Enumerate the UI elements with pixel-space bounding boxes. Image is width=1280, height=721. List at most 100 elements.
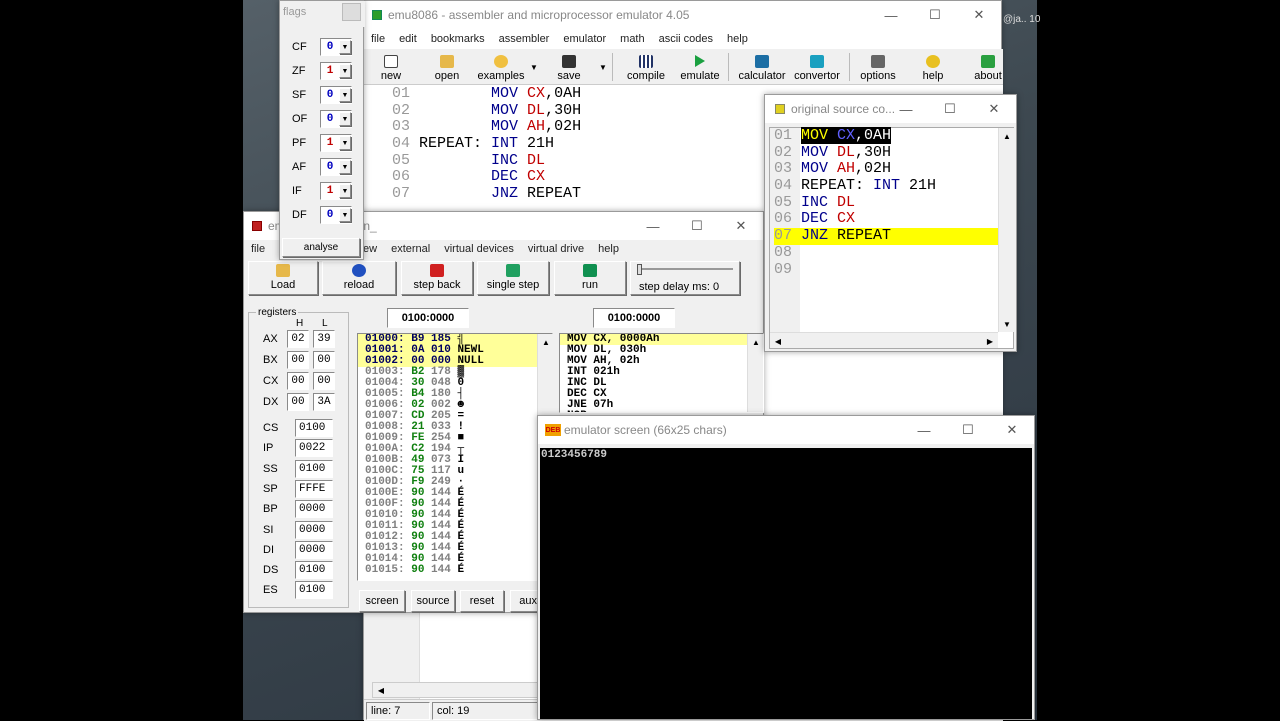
source-close-button[interactable]: ✕ (972, 95, 1016, 123)
memory-scroll-up-icon[interactable]: ▲ (538, 334, 554, 350)
dropdown-arrow-icon[interactable]: ▼ (339, 88, 351, 102)
dropdown-arrow-icon[interactable]: ▼ (339, 40, 351, 54)
step-back-button[interactable]: step back (401, 261, 473, 295)
menu-edit[interactable]: edit (392, 33, 424, 45)
screen-button[interactable]: screen (359, 590, 405, 612)
emu-menu-virtual-devices[interactable]: virtual devices (437, 243, 521, 255)
help-button[interactable]: help (914, 49, 952, 85)
dropdown-arrow-icon[interactable]: ▼ (339, 160, 351, 174)
flag-value-select[interactable]: 0 ▼ (320, 86, 352, 104)
emulator-minimize-button[interactable]: — (631, 212, 675, 240)
screen-minimize-button[interactable]: — (902, 416, 946, 444)
emulator-close-button[interactable]: ✕ (719, 212, 763, 240)
disassembly-list[interactable]: MOV CX, 0000Ah MOV DL, 030h MOV AH, 02h INT… (559, 333, 764, 413)
dropdown-arrow-icon[interactable]: ▼ (339, 208, 351, 222)
load-button[interactable]: Load (248, 261, 318, 295)
menu-help[interactable]: help (720, 33, 755, 45)
scroll-left-icon[interactable]: ◀ (373, 682, 389, 698)
emulator-maximize-button[interactable]: ☐ (675, 212, 719, 240)
step-delay-slider-thumb[interactable] (637, 264, 642, 275)
source-maximize-button[interactable]: ☐ (928, 95, 972, 123)
register-high-value[interactable]: 00 (287, 351, 309, 369)
source-scroll-up-icon[interactable]: ▲ (999, 128, 1015, 144)
screen-close-button[interactable]: ✕ (990, 416, 1034, 444)
register-high-value[interactable]: 02 (287, 330, 309, 348)
flag-value-select[interactable]: 0 ▼ (320, 110, 352, 128)
source-code-view[interactable]: 01 MOV CX,0AH 02 MOV DL,30H 03 MOV AH,02H 0… (769, 127, 1014, 349)
register-high-value[interactable]: 00 (287, 372, 309, 390)
source-minimize-button[interactable]: — (884, 95, 928, 123)
register-value[interactable]: 0000 (295, 540, 333, 559)
dropdown-arrow-icon[interactable]: ▼ (339, 136, 351, 150)
memory-dump-list[interactable]: 01000: B9 185 ╣ 01001: 0A 010 NEWL 01002: … (357, 333, 553, 581)
flag-value-select[interactable]: 0 ▼ (320, 38, 352, 56)
run-button[interactable]: run (554, 261, 626, 295)
step-delay-slider[interactable] (639, 268, 733, 270)
emu-menu-help[interactable]: help (591, 243, 626, 255)
register-value[interactable]: 0100 (295, 419, 333, 437)
register-high-value[interactable]: 00 (287, 393, 309, 411)
examples-dropdown-icon[interactable]: ▼ (530, 63, 538, 72)
flags-close-button[interactable] (342, 3, 361, 21)
single-step-button[interactable]: single step (477, 261, 549, 295)
screen-maximize-button[interactable]: ☐ (946, 416, 990, 444)
options-button[interactable]: options (854, 49, 902, 85)
save-button[interactable]: save (550, 49, 588, 85)
reload-button[interactable]: reload (322, 261, 396, 295)
aux-button[interactable]: aux (510, 590, 540, 612)
disassembly-scroll-up-icon[interactable]: ▲ (748, 334, 764, 350)
compile-button[interactable]: compile (623, 49, 669, 85)
flag-value-select[interactable]: 1 ▼ (320, 134, 352, 152)
disassembly-address-input[interactable]: 0100:0000 (593, 308, 675, 328)
emu-menu-file[interactable]: file (244, 243, 272, 255)
source-scroll-down-icon[interactable]: ▼ (999, 316, 1015, 332)
convertor-button[interactable]: convertor (791, 49, 843, 85)
register-value[interactable]: 0000 (295, 520, 333, 539)
source-vertical-scrollbar[interactable]: ▲ ▼ (998, 128, 1014, 332)
calculator-button[interactable]: calculator (734, 49, 790, 85)
maximize-button[interactable]: ☐ (913, 1, 957, 29)
menu-file[interactable]: file (364, 33, 392, 45)
about-button[interactable]: about (968, 49, 1008, 85)
flag-value-select[interactable]: 1 ▼ (320, 62, 352, 80)
save-dropdown-icon[interactable]: ▼ (599, 63, 607, 72)
memory-address-input[interactable]: 0100:0000 (387, 308, 469, 328)
emu-menu-external[interactable]: external (384, 243, 437, 255)
menu-math[interactable]: math (613, 33, 651, 45)
analyse-button[interactable]: analyse (282, 238, 360, 257)
source-button[interactable]: source (411, 590, 455, 612)
flag-value-select[interactable]: 1 ▼ (320, 182, 352, 200)
emulator-screen-output[interactable]: 0123456789 (540, 448, 1032, 719)
horizontal-scrollbar[interactable]: ◀ (372, 682, 538, 698)
flag-value-select[interactable]: 0 ▼ (320, 158, 352, 176)
emu-menu-virtual-drive[interactable]: virtual drive (521, 243, 591, 255)
register-value[interactable]: 0100 (295, 459, 333, 478)
flag-value-select[interactable]: 0 ▼ (320, 206, 352, 224)
register-low-value[interactable]: 3A (313, 393, 335, 411)
register-value[interactable]: FFFE (295, 479, 333, 498)
register-value[interactable]: 0100 (295, 561, 333, 580)
reset-button[interactable]: reset (460, 590, 504, 612)
menu-assembler[interactable]: assembler (492, 33, 557, 45)
open-button[interactable]: open (427, 49, 467, 85)
register-value[interactable]: 0000 (295, 500, 333, 519)
dropdown-arrow-icon[interactable]: ▼ (339, 112, 351, 126)
examples-button[interactable]: examples (476, 49, 526, 85)
register-value[interactable]: 0100 (295, 581, 333, 600)
minimize-button[interactable]: — (869, 1, 913, 29)
register-low-value[interactable]: 00 (313, 351, 335, 369)
register-low-value[interactable]: 00 (313, 372, 335, 390)
register-value[interactable]: 0022 (295, 439, 333, 458)
new-button[interactable]: new (372, 49, 410, 85)
source-scroll-left-icon[interactable]: ◀ (770, 333, 786, 349)
dropdown-arrow-icon[interactable]: ▼ (339, 184, 351, 198)
register-low-value[interactable]: 39 (313, 330, 335, 348)
close-button[interactable]: ✕ (957, 1, 1001, 29)
menu-bookmarks[interactable]: bookmarks (424, 33, 492, 45)
menu-ascii-codes[interactable]: ascii codes (652, 33, 720, 45)
dropdown-arrow-icon[interactable]: ▼ (339, 64, 351, 78)
emulate-button[interactable]: emulate (677, 49, 723, 85)
menu-emulator[interactable]: emulator (556, 33, 613, 45)
source-horizontal-scrollbar[interactable]: ◀ ▶ (770, 332, 998, 348)
disassembly-scrollbar[interactable]: ▲ (747, 334, 763, 412)
